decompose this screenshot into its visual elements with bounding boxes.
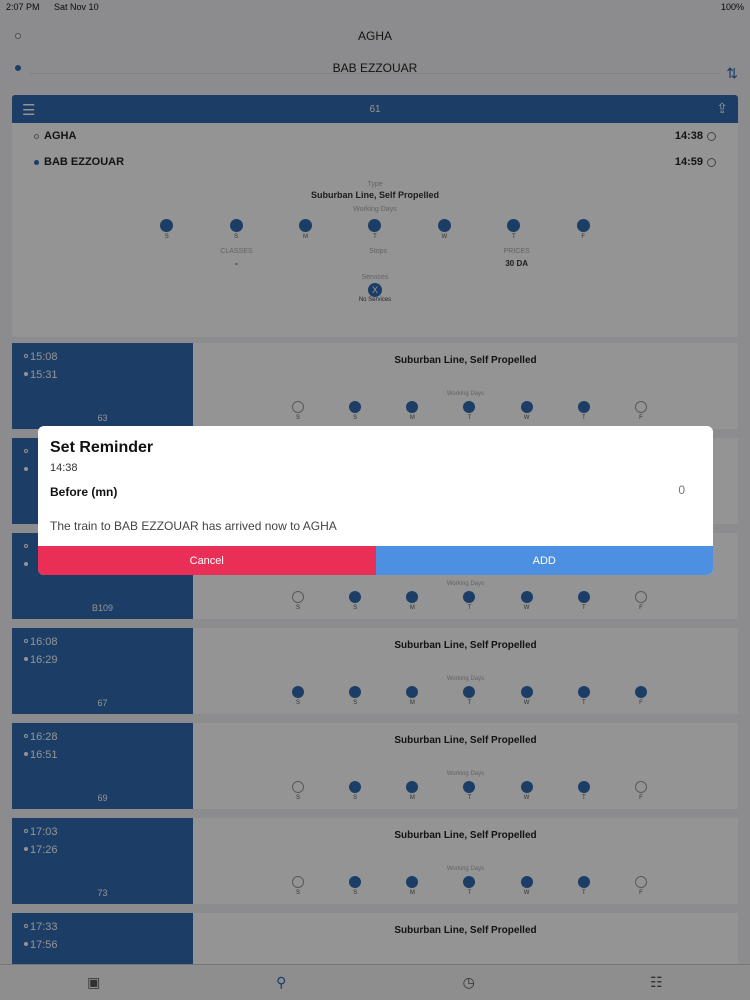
- before-label: Before (mn): [50, 485, 118, 499]
- dialog-title: Set Reminder: [50, 439, 154, 456]
- before-minutes-input[interactable]: [625, 483, 685, 497]
- reminder-time: 14:38: [50, 462, 78, 474]
- app-page: 2:07 PM Sat Nov 10 100% AGHA BAB EZZOUAR…: [0, 0, 750, 1000]
- set-reminder-dialog: Set Reminder 14:38 Before (mn) The train…: [38, 426, 713, 575]
- cancel-button[interactable]: Cancel: [38, 546, 376, 575]
- dialog-buttons: Cancel ADD: [38, 546, 713, 575]
- reminder-message: The train to BAB EZZOUAR has arrived now…: [50, 519, 337, 533]
- add-button[interactable]: ADD: [375, 546, 713, 575]
